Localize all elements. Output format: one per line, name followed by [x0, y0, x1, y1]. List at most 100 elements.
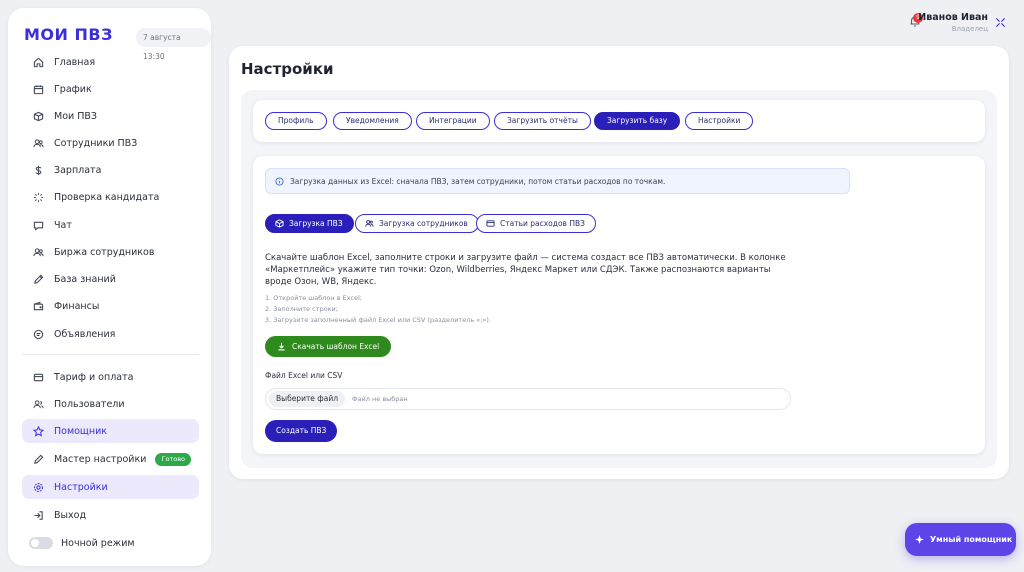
- sidebar-item-label: Главная: [54, 56, 96, 68]
- subtab-upload-pvz[interactable]: Загрузка ПВЗ: [265, 214, 354, 233]
- sidebar-item-tariff[interactable]: Тариф и оплата: [22, 365, 199, 389]
- tab-profile[interactable]: Профиль: [265, 112, 327, 130]
- home-icon: [31, 55, 45, 69]
- tab-integrations[interactable]: Интеграции: [416, 112, 490, 130]
- night-mode-toggle[interactable]: Ночной режим: [22, 531, 199, 555]
- sidebar-item-exchange[interactable]: Биржа сотрудников: [22, 240, 199, 264]
- gear-icon: [31, 480, 45, 494]
- file-input[interactable]: Выберите файл Файл не выбран: [265, 388, 791, 410]
- info-banner: Загрузка данных из Excel: сначала ПВЗ, з…: [265, 168, 850, 194]
- users-icon: [31, 245, 45, 259]
- sidebar-item-label: Тариф и оплата: [54, 371, 134, 383]
- sidebar-item-assistant[interactable]: Помощник: [22, 419, 199, 443]
- sidebar-item-schedule[interactable]: График: [22, 77, 199, 101]
- subtab-label: Статьи расходов ПВЗ: [500, 219, 585, 228]
- download-icon: [278, 342, 285, 351]
- pencil-icon: [31, 272, 45, 286]
- night-mode-switch[interactable]: [29, 537, 53, 549]
- collapse-icon[interactable]: [995, 17, 1006, 28]
- sidebar-item-my-pvz[interactable]: Мои ПВЗ: [22, 104, 199, 128]
- step-item: 1. Откройте шаблон в Excel;: [265, 294, 362, 302]
- sidebar-item-label: Мои ПВЗ: [54, 110, 97, 122]
- logout-icon: [31, 508, 45, 522]
- night-mode-label: Ночной режим: [61, 537, 135, 549]
- wand-icon: [31, 452, 45, 466]
- users-icon: [31, 136, 45, 150]
- sidebar-item-label: Зарплата: [54, 164, 102, 176]
- sidebar-item-knowledge[interactable]: База знаний: [22, 267, 199, 291]
- create-pvz-button[interactable]: Создать ПВЗ: [265, 420, 338, 442]
- card-icon: [486, 220, 495, 227]
- sidebar-item-label: Сотрудники ПВЗ: [54, 137, 138, 149]
- sidebar-item-label: Объявления: [54, 328, 116, 340]
- sidebar-item-setup-wizard[interactable]: Мастер настройки Готово: [22, 447, 199, 471]
- sidebar-item-label: График: [54, 83, 92, 95]
- sidebar-item-ads[interactable]: Объявления: [22, 322, 199, 346]
- sidebar-item-finance[interactable]: Финансы: [22, 294, 199, 318]
- step-item: 3. Загрузите заполненный файл Excel или …: [265, 316, 492, 324]
- info-icon: [275, 176, 284, 186]
- sidebar-item-home[interactable]: Главная: [22, 50, 199, 74]
- tab-notifications[interactable]: Уведомления: [333, 112, 412, 130]
- wallet-icon: [31, 299, 45, 313]
- download-template-button[interactable]: Скачать шаблон Excel: [265, 336, 392, 357]
- user-menu[interactable]: Иванов Иван Владелец: [918, 12, 988, 33]
- logo[interactable]: МОИ ПВЗ: [24, 25, 113, 44]
- sidebar-item-label: Проверка кандидата: [54, 191, 160, 203]
- date-badge: 7 августа 13:30: [136, 28, 211, 61]
- sidebar-divider: [22, 354, 199, 355]
- box-icon: [275, 219, 284, 228]
- megaphone-icon: [31, 327, 45, 341]
- sidebar-item-label: Пользователи: [54, 398, 125, 410]
- subtab-expense-items[interactable]: Статьи расходов ПВЗ: [476, 214, 596, 233]
- star-icon: [31, 424, 45, 438]
- subtab-upload-employees[interactable]: Загрузка сотрудников: [355, 214, 479, 233]
- file-status: Файл не выбран: [352, 395, 408, 403]
- subtab-label: Загрузка сотрудников: [379, 219, 468, 228]
- tab-settings[interactable]: Настройки: [685, 112, 754, 130]
- sidebar-item-employees[interactable]: Сотрудники ПВЗ: [22, 131, 199, 155]
- sidebar-item-salary[interactable]: Зарплата: [22, 158, 199, 182]
- sidebar-item-label: Мастер настройки: [54, 453, 147, 465]
- sidebar-item-settings[interactable]: Настройки: [22, 475, 199, 499]
- sidebar-item-label: Помощник: [54, 425, 108, 437]
- assistant-label: Умный помощник: [930, 535, 1013, 544]
- sidebar-item-label: База знаний: [54, 273, 116, 285]
- sidebar: МОИ ПВЗ 7 августа 13:30 Главная График М…: [8, 8, 211, 566]
- calendar-icon: [31, 82, 45, 96]
- chat-icon: [31, 218, 45, 232]
- sidebar-item-label: Чат: [54, 219, 72, 231]
- upload-content: Загрузка данных из Excel: сначала ПВЗ, з…: [253, 156, 985, 454]
- sidebar-item-users[interactable]: Пользователи: [22, 392, 199, 416]
- step-item: 2. Заполните строки;: [265, 305, 338, 313]
- sidebar-item-label: Выход: [54, 509, 87, 521]
- smart-assistant-button[interactable]: Умный помощник: [905, 523, 1016, 556]
- loader-icon: [31, 190, 45, 204]
- description-text: Скачайте шаблон Excel, заполните строки …: [265, 253, 786, 287]
- sparkle-icon: [915, 535, 924, 544]
- sidebar-item-chat[interactable]: Чат: [22, 213, 199, 237]
- main-card: Настройки Профиль Уведомления Интеграции…: [229, 46, 1009, 479]
- sidebar-item-logout[interactable]: Выход: [22, 503, 199, 527]
- sidebar-item-label: Биржа сотрудников: [54, 246, 155, 258]
- steps-list: 1. Откройте шаблон в Excel; 2. Заполните…: [265, 293, 491, 326]
- sidebar-item-label: Настройки: [54, 481, 108, 493]
- user-name: Иванов Иван: [918, 12, 988, 23]
- dollar-icon: [31, 163, 45, 177]
- settings-panel: Профиль Уведомления Интеграции Загрузить…: [241, 90, 997, 468]
- subtab-label: Загрузка ПВЗ: [289, 219, 343, 228]
- download-label: Скачать шаблон Excel: [292, 342, 380, 351]
- tab-upload-reports[interactable]: Загрузить отчёты: [494, 112, 591, 130]
- tabs-bar: Профиль Уведомления Интеграции Загрузить…: [253, 100, 985, 142]
- page-title: Настройки: [241, 60, 334, 78]
- choose-file-button[interactable]: Выберите файл: [269, 391, 345, 407]
- sidebar-item-label: Финансы: [54, 300, 100, 312]
- file-field-label: Файл Excel или CSV: [265, 371, 343, 380]
- info-text: Загрузка данных из Excel: сначала ПВЗ, з…: [290, 176, 666, 186]
- tab-upload-base[interactable]: Загрузить базу: [594, 112, 681, 130]
- sidebar-item-candidate-check[interactable]: Проверка кандидата: [22, 185, 199, 209]
- user-role: Владелец: [951, 25, 988, 33]
- user-group-icon: [31, 397, 45, 411]
- ready-badge: Готово: [155, 453, 191, 466]
- box-icon: [31, 109, 45, 123]
